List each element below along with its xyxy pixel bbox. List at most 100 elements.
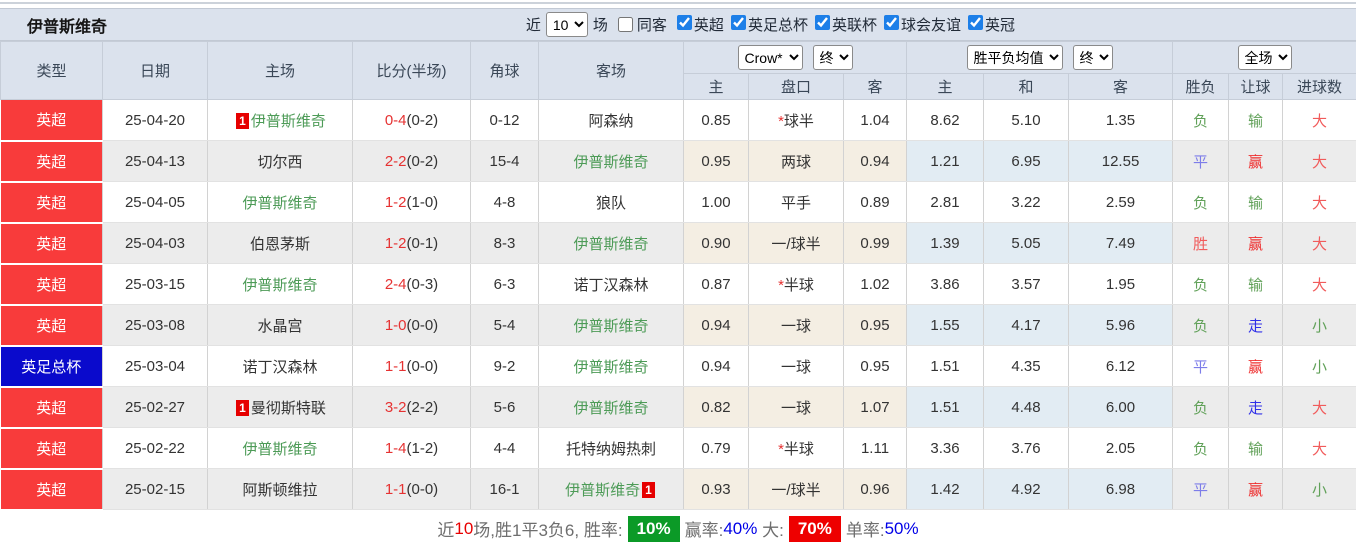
col-header-date: 日期	[103, 42, 208, 100]
cell-odds-handicap: 一/球半	[749, 469, 844, 510]
cell-result-goals: 大	[1283, 223, 1356, 264]
cell-odds-home: 0.94	[684, 346, 749, 387]
cell-avg-home: 3.36	[907, 428, 984, 469]
games-label: 场	[593, 14, 608, 35]
team-name: 伊普斯维奇	[573, 400, 648, 417]
table-row: 英超25-03-15伊普斯维奇2-4(0-3)6-3诺丁汉森林0.87*半球1.…	[1, 264, 1356, 305]
cell-avg-draw: 4.92	[984, 469, 1069, 510]
team-name: 伊普斯维奇	[242, 441, 317, 458]
team-name: 伊普斯维奇	[573, 154, 648, 171]
cell-date: 25-04-20	[103, 100, 208, 141]
team-name: 伊普斯维奇	[573, 236, 648, 253]
result-scope-select[interactable]: 全场	[1238, 45, 1292, 70]
cell-odds-away: 1.07	[844, 387, 907, 428]
league-checkbox-英超[interactable]	[677, 15, 692, 30]
cell-result-outcome: 负	[1173, 428, 1229, 469]
summary-segment: 10	[454, 519, 473, 539]
cell-score: 1-0(0-0)	[353, 305, 471, 346]
cell-result-handicap: 输	[1229, 100, 1283, 141]
cell-odds-handicap: 平手	[749, 182, 844, 223]
cell-home-team: 伯恩茅斯	[208, 223, 353, 264]
cell-result-outcome: 平	[1173, 469, 1229, 510]
cell-result-goals: 大	[1283, 100, 1356, 141]
odds-provider-select[interactable]: Crow*	[738, 45, 803, 70]
cell-result-outcome: 平	[1173, 346, 1229, 387]
cell-result-outcome: 胜	[1173, 223, 1229, 264]
cell-result-handicap: 走	[1229, 305, 1283, 346]
odds-final-select[interactable]: 终	[813, 45, 853, 70]
cell-odds-home: 0.90	[684, 223, 749, 264]
same-opponent-checkbox[interactable]	[618, 17, 633, 32]
table-row: 英超25-02-22伊普斯维奇1-4(1-2)4-4托特纳姆热刺0.79*半球1…	[1, 428, 1356, 469]
handicap-star: *	[778, 113, 784, 130]
col-header-type: 类型	[1, 42, 103, 100]
sub-header-handicap-result: 让球	[1229, 74, 1283, 100]
cell-league-type: 英超	[1, 182, 103, 223]
cell-avg-home: 1.51	[907, 346, 984, 387]
halftime-score: (2-2)	[407, 399, 439, 416]
cell-odds-handicap: *半球	[749, 428, 844, 469]
summary-segment: 70%	[789, 516, 841, 542]
odds-group-header: Crow* 终	[684, 42, 907, 74]
fulltime-score: 1-4	[385, 440, 407, 457]
cell-away-team: 诺丁汉森林	[539, 264, 684, 305]
cell-avg-draw: 3.57	[984, 264, 1069, 305]
cell-score: 1-1(0-0)	[353, 346, 471, 387]
cell-odds-handicap: 一球	[749, 387, 844, 428]
col-header-away: 客场	[539, 42, 684, 100]
halftime-score: (0-2)	[407, 153, 439, 170]
cell-odds-away: 0.96	[844, 469, 907, 510]
avg-type-select[interactable]: 胜平负均值	[967, 45, 1063, 70]
cell-date: 25-03-08	[103, 305, 208, 346]
team-name: 阿斯顿维拉	[242, 482, 317, 499]
cell-home-team: 阿斯顿维拉	[208, 469, 353, 510]
cell-avg-draw: 3.22	[984, 182, 1069, 223]
avg-final-select[interactable]: 终	[1073, 45, 1113, 70]
match-summary: 近10场,胜1平3负6, 胜率:10%赢率:40% 大:70%单率:50%	[0, 511, 1356, 546]
cell-avg-home: 1.42	[907, 469, 984, 510]
cell-avg-draw: 5.05	[984, 223, 1069, 264]
avg-group-header: 胜平负均值 终	[907, 42, 1173, 74]
league-checkbox-英联杯[interactable]	[815, 15, 830, 30]
sub-header-avg-draw: 和	[984, 74, 1069, 100]
team-name: 诺丁汉森林	[242, 359, 317, 376]
league-checkbox-球会友谊[interactable]	[884, 15, 899, 30]
cell-odds-away: 1.11	[844, 428, 907, 469]
match-history-panel: 伊普斯维奇 近 10 场 同客 英超英足总杯英联杯球会友谊英冠 类型 日期 主场…	[0, 0, 1356, 546]
cell-avg-away: 7.49	[1069, 223, 1173, 264]
table-row: 英超25-02-271曼彻斯特联3-2(2-2)5-6伊普斯维奇0.82一球1.…	[1, 387, 1356, 428]
match-table: 类型 日期 主场 比分(半场) 角球 客场 Crow* 终	[0, 41, 1356, 511]
league-checkbox-英冠[interactable]	[968, 15, 983, 30]
cell-home-team: 伊普斯维奇	[208, 182, 353, 223]
league-checkbox-英足总杯[interactable]	[731, 15, 746, 30]
cell-odds-handicap: 一球	[749, 305, 844, 346]
cell-result-goals: 大	[1283, 264, 1356, 305]
cell-avg-away: 6.98	[1069, 469, 1173, 510]
halftime-score: (1-2)	[407, 440, 439, 457]
cell-result-outcome: 负	[1173, 182, 1229, 223]
team-name: 水晶宫	[257, 318, 302, 335]
cell-date: 25-04-03	[103, 223, 208, 264]
cell-odds-handicap: 一球	[749, 346, 844, 387]
league-filters: 英超英足总杯英联杯球会友谊英冠	[670, 14, 1015, 35]
cell-corners: 6-3	[471, 264, 539, 305]
cell-league-type: 英超	[1, 387, 103, 428]
fulltime-score: 2-2	[385, 153, 407, 170]
cell-away-team: 伊普斯维奇	[539, 387, 684, 428]
cell-corners: 4-8	[471, 182, 539, 223]
table-row: 英超25-04-13切尔西2-2(0-2)15-4伊普斯维奇0.95两球0.94…	[1, 141, 1356, 182]
cell-odds-home: 0.79	[684, 428, 749, 469]
recent-label: 近	[526, 14, 541, 35]
cell-date: 25-03-15	[103, 264, 208, 305]
cell-odds-away: 0.95	[844, 346, 907, 387]
cell-away-team: 托特纳姆热刺	[539, 428, 684, 469]
cell-result-goals: 小	[1283, 469, 1356, 510]
cell-result-handicap: 赢	[1229, 223, 1283, 264]
fulltime-score: 1-2	[385, 194, 407, 211]
cell-away-team: 狼队	[539, 182, 684, 223]
team-name: 伊普斯维奇	[242, 195, 317, 212]
match-rows: 英超25-04-201伊普斯维奇0-4(0-2)0-12阿森纳0.85*球半1.…	[1, 100, 1356, 510]
cell-avg-home: 2.81	[907, 182, 984, 223]
sub-header-avg-home: 主	[907, 74, 984, 100]
recent-count-select[interactable]: 10	[546, 12, 588, 37]
